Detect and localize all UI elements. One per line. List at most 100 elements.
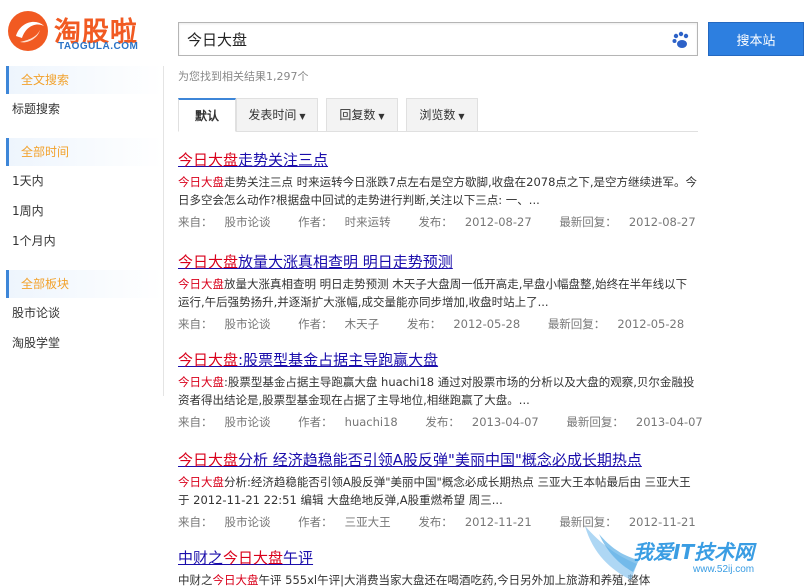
meta-label: 作者： — [298, 317, 333, 331]
tab-label: 发表时间 — [248, 108, 297, 122]
tab-post-time[interactable]: 发表时间 ▼ — [236, 98, 318, 132]
sidebar: 全文搜索 标题搜索 全部时间 1天内 1周内 1个月内 全部板块 股市论谈 淘股… — [0, 66, 164, 396]
meta-from: 来自： 股市论谈 — [178, 317, 283, 331]
sidebar-group-search-scope: 全文搜索 标题搜索 — [0, 66, 163, 124]
keyword-highlight: 今日大盘 — [178, 451, 239, 469]
sidebar-group-board: 全部板块 股市论谈 淘股学堂 — [0, 270, 163, 358]
result-meta: 来自： 股市论谈 作者： huachi18 发布： 2013-04-07 最新回复： 2… — [178, 414, 703, 430]
sidebar-item-title-search[interactable]: 标题搜索 — [0, 94, 163, 124]
search-result: 今日大盘走势关注三点 今日大盘走势关注三点 时来运转今日涨跌7点左右是空方歇脚,… — [178, 150, 698, 230]
meta-label: 作者： — [298, 215, 333, 229]
meta-posted: 发布： 2013-04-07 — [425, 415, 550, 429]
sort-arrow-icon: ▼ — [378, 112, 385, 121]
meta-value: 2012-08-27 — [464, 215, 532, 229]
tab-view-count[interactable]: 浏览数 ▼ — [406, 98, 478, 132]
meta-posted: 发布： 2012-08-27 — [418, 215, 543, 229]
meta-value: 三亚大王 — [344, 515, 391, 529]
result-title-link[interactable]: 今日大盘:股票型基金占据主导跑赢大盘 — [178, 350, 698, 370]
meta-label: 发布： — [406, 317, 442, 331]
result-title-text: 分析 经济趋稳能否引领A股反弹"美丽中国"概念必成长期热点 — [238, 451, 642, 469]
meta-value: 时来运转 — [344, 215, 391, 229]
meta-value: 股市论谈 — [224, 415, 271, 429]
watermark-url: www.52ij.com — [693, 564, 755, 575]
tab-default[interactable]: 默认 — [178, 98, 236, 132]
meta-author: 作者： 三亚大王 — [298, 515, 403, 529]
meta-value: 2012-11-21 — [464, 515, 532, 529]
sort-arrow-icon: ▼ — [299, 112, 306, 121]
sidebar-item-1-month[interactable]: 1个月内 — [0, 226, 163, 256]
meta-replied: 最新回复： 2012-05-28 — [548, 317, 696, 331]
snippet-text: 放量大涨真相查明 明日走势预测 木天子大盘周一低开高走,早盘小幅盘整,始终在半年… — [178, 277, 688, 309]
search-result: 中财之今日大盘午评 中财之今日大盘午评 555xl午评|大消费当家大盘还在喝酒吃… — [178, 548, 698, 588]
result-title-link[interactable]: 今日大盘分析 经济趋稳能否引领A股反弹"美丽中国"概念必成长期热点 — [178, 450, 698, 470]
result-title-text: 中财之 — [178, 549, 224, 567]
meta-posted: 发布： 2012-05-28 — [407, 317, 532, 331]
meta-author: 作者： 时来运转 — [298, 215, 403, 229]
result-title-text: 放量大涨真相查明 明日走势预测 — [238, 253, 453, 271]
keyword-highlight: 今日大盘 — [212, 573, 259, 587]
logo-domain: TAOGULA.COM — [58, 41, 139, 52]
result-title-link[interactable]: 今日大盘放量大涨真相查明 明日走势预测 — [178, 252, 698, 272]
meta-label: 最新回复： — [547, 317, 606, 331]
tab-label: 回复数 — [339, 108, 376, 122]
meta-label: 最新回复： — [559, 515, 617, 529]
keyword-highlight: 今日大盘 — [178, 351, 239, 369]
meta-value: 2012-08-27 — [628, 215, 696, 229]
result-count: 为您找到相关结果1,297个 — [178, 70, 309, 83]
sidebar-item-1-day[interactable]: 1天内 — [0, 166, 163, 196]
meta-value: 股市论谈 — [224, 317, 271, 331]
meta-value: 2012-05-28 — [453, 317, 521, 331]
sort-tabs: 默认 发表时间 ▼ 回复数 ▼ 浏览数 ▼ — [178, 98, 698, 132]
search-button[interactable]: 搜本站 — [708, 22, 804, 56]
search-input[interactable] — [179, 23, 659, 55]
meta-label: 发布： — [418, 515, 453, 529]
search-result: 今日大盘分析 经济趋稳能否引领A股反弹"美丽中国"概念必成长期热点 今日大盘分析… — [178, 450, 698, 530]
meta-author: 作者： 木天子 — [298, 317, 391, 331]
site-logo[interactable]: 淘股啦 TAOGULA.COM — [6, 8, 166, 54]
tab-reply-count[interactable]: 回复数 ▼ — [326, 98, 398, 132]
result-title-link[interactable]: 中财之今日大盘午评 — [178, 548, 698, 568]
sidebar-item-all-boards[interactable]: 全部板块 — [6, 270, 163, 298]
sidebar-item-fulltext-search[interactable]: 全文搜索 — [6, 66, 163, 94]
meta-value: 股市论谈 — [224, 515, 271, 529]
meta-label: 发布： — [418, 215, 453, 229]
tab-label: 浏览数 — [419, 108, 456, 122]
sidebar-item-1-week[interactable]: 1周内 — [0, 196, 163, 226]
meta-replied: 最新回复： 2013-04-07 — [566, 415, 714, 429]
meta-value: 2012-11-21 — [628, 515, 696, 529]
paw-icon[interactable] — [671, 30, 691, 50]
meta-label: 作者： — [298, 515, 333, 529]
result-title-link[interactable]: 今日大盘走势关注三点 — [178, 150, 698, 170]
meta-value: 2012-05-28 — [617, 317, 685, 331]
result-title-text: 午评 — [283, 549, 314, 567]
search-box — [178, 22, 698, 56]
meta-from: 来自： 股市论谈 — [178, 415, 283, 429]
result-snippet: 中财之今日大盘午评 555xl午评|大消费当家大盘还在喝酒吃药,今日另外加上旅游… — [178, 571, 698, 588]
keyword-highlight: 今日大盘 — [178, 475, 224, 489]
sidebar-item-stock-forum[interactable]: 股市论谈 — [0, 298, 163, 328]
meta-posted: 发布： 2012-11-21 — [418, 515, 543, 529]
meta-author: 作者： huachi18 — [298, 415, 410, 429]
snippet-text: 午评 555xl午评|大消费当家大盘还在喝酒吃药,今日另外加上旅游和养殖,整体 — [258, 573, 651, 587]
sidebar-item-stock-school[interactable]: 淘股学堂 — [0, 328, 163, 358]
keyword-highlight: 今日大盘 — [178, 375, 224, 389]
keyword-highlight: 今日大盘 — [178, 175, 224, 189]
meta-from: 来自： 股市论谈 — [178, 215, 283, 229]
meta-label: 来自： — [178, 317, 213, 331]
meta-label: 来自： — [178, 215, 213, 229]
sidebar-item-all-time[interactable]: 全部时间 — [6, 138, 163, 166]
meta-replied: 最新回复： 2012-11-21 — [559, 515, 707, 529]
logo-swirl-icon — [8, 11, 48, 51]
keyword-highlight: 今日大盘 — [178, 253, 239, 271]
meta-from: 来自： 股市论谈 — [178, 515, 283, 529]
snippet-text: 走势关注三点 时来运转今日涨跌7点左右是空方歇脚,收盘在2078点之下,是空方继… — [178, 175, 698, 207]
search-result: 今日大盘:股票型基金占据主导跑赢大盘 今日大盘:股票型基金占据主导跑赢大盘 hu… — [178, 350, 703, 430]
meta-replied: 最新回复： 2012-08-27 — [559, 215, 707, 229]
result-snippet: 今日大盘:股票型基金占据主导跑赢大盘 huachi18 通过对股票市场的分析以及… — [178, 373, 698, 409]
result-snippet: 今日大盘分析:经济趋稳能否引领A股反弹"美丽中国"概念必成长期热点 三亚大王本帖… — [178, 473, 698, 509]
result-meta: 来自： 股市论谈 作者： 时来运转 发布： 2012-08-27 最新回复： 2012-… — [178, 214, 698, 230]
meta-label: 来自： — [178, 415, 213, 429]
snippet-text: :股票型基金占据主导跑赢大盘 huachi18 通过对股票市场的分析以及大盘的观… — [178, 375, 695, 407]
result-snippet: 今日大盘放量大涨真相查明 明日走势预测 木天子大盘周一低开高走,早盘小幅盘整,始… — [178, 275, 698, 311]
keyword-highlight: 今日大盘 — [223, 549, 284, 567]
